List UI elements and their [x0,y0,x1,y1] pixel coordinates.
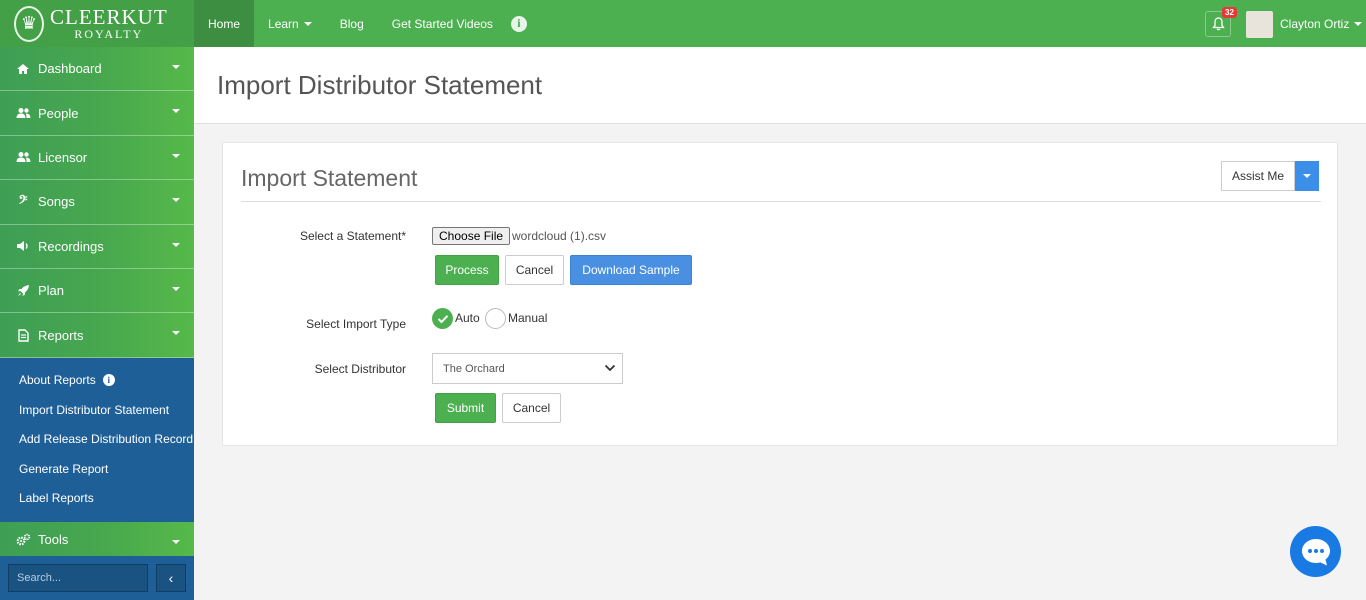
sidebar-search-bar: ‹ [0,556,194,600]
sidebar-subitem-about-reports[interactable]: About Reports i [0,366,194,396]
selected-file-name: wordcloud (1).csv [512,229,607,243]
sidebar-item-songs[interactable]: 𝄢 Songs [0,180,194,225]
volume-icon [15,240,31,252]
choose-file-button[interactable]: Choose File [432,227,511,245]
sidebar-item-people[interactable]: People [0,91,194,136]
chevron-down-icon [172,539,180,544]
chevron-down-icon [172,198,180,203]
assist-me-dropdown-button[interactable] [1295,161,1320,191]
sidebar-subitem-add-release-distribution-record[interactable]: Add Release Distribution Record [0,425,194,455]
bell-icon [1211,17,1225,31]
notification-count-badge: 32 [1222,7,1237,18]
sidebar-subitem-import-distributor-statement[interactable]: Import Distributor Statement [0,395,194,425]
auto-radio[interactable] [432,308,453,329]
home-icon [15,63,31,75]
sidebar-item-licensor[interactable]: Licensor [0,135,194,181]
sidebar: Dashboard People Licensor 𝄢 Songs Record… [0,47,194,600]
users-icon [15,151,31,163]
page-header: Import Distributor Statement [194,47,1366,124]
main-nav: Home Learn Blog Get Started Videos i [194,0,541,47]
divider [241,201,1321,202]
page-title: Import Distributor Statement [217,70,543,100]
chevron-down-icon [1303,174,1312,178]
chat-bubble-icon [1301,538,1330,565]
info-icon: i [510,15,527,32]
submit-button[interactable]: Submit [435,393,496,423]
statement-label: Select a Statement* [299,229,406,243]
sidebar-subitem-label-reports[interactable]: Label Reports [0,484,194,514]
chevron-down-icon [604,364,616,372]
rocket-icon [15,284,31,297]
sidebar-item-dashboard[interactable]: Dashboard [0,47,194,92]
nav-get-started-videos[interactable]: Get Started Videos [378,0,507,47]
sidebar-subitem-generate-report[interactable]: Generate Report [0,454,194,484]
collapse-sidebar-button[interactable]: ‹ [156,564,186,592]
distributor-select[interactable]: The Orchard [432,353,623,384]
distributor-label: Select Distributor [314,362,406,376]
chevron-down-icon [303,21,312,26]
manual-radio[interactable] [485,308,506,329]
top-navbar: ♛ CLEERKUT ROYALTY Home Learn Blog Get S… [0,0,1366,47]
avatar[interactable] [1246,11,1273,38]
cancel-button[interactable]: Cancel [505,255,564,285]
gears-icon [15,533,31,546]
import-type-label: Select Import Type [306,317,406,331]
sidebar-item-recordings[interactable]: Recordings [0,224,194,269]
process-button[interactable]: Process [435,255,499,285]
sidebar-item-tools[interactable]: Tools [0,521,194,559]
nav-learn[interactable]: Learn [254,0,326,47]
nav-info[interactable]: i [507,0,541,47]
sidebar-item-reports[interactable]: Reports [0,313,194,358]
brand-logo[interactable]: ♛ CLEERKUT ROYALTY [0,0,194,47]
lion-logo-icon: ♛ [14,5,44,42]
nav-home[interactable]: Home [194,0,255,47]
import-statement-card: Import Statement Assist Me Select a Stat… [222,142,1338,446]
chevron-down-icon [172,331,180,336]
info-icon: i [102,374,115,387]
download-sample-button[interactable]: Download Sample [570,255,692,285]
user-menu[interactable]: Clayton Ortiz [1280,17,1363,31]
chat-widget-button[interactable] [1290,526,1341,577]
sidebar-item-plan[interactable]: Plan [0,268,194,314]
chevron-down-icon [172,109,180,114]
card-title: Import Statement [241,165,418,191]
assist-me-group: Assist Me [1221,161,1320,191]
chevron-down-icon [172,153,180,158]
nav-blog[interactable]: Blog [326,0,378,47]
chevron-down-icon [1354,22,1363,26]
cancel-button-2[interactable]: Cancel [502,393,561,423]
auto-radio-label: Auto [455,311,480,325]
chevron-left-icon: ‹ [168,570,174,586]
brand-tagline: ROYALTY [74,27,144,41]
users-icon [15,107,31,119]
assist-me-button[interactable]: Assist Me [1221,161,1296,191]
sidebar-search-input[interactable] [8,564,148,592]
document-icon [15,328,31,342]
bass-clef-icon: 𝄢 [18,193,28,210]
chevron-down-icon [172,286,180,291]
manual-radio-label: Manual [508,311,548,325]
chevron-down-icon [172,242,180,247]
chevron-down-icon [172,65,180,69]
reports-submenu: About Reports i Import Distributor Statem… [0,357,194,522]
checkmark-icon [437,314,448,323]
brand-name: CLEERKUT [50,5,168,29]
